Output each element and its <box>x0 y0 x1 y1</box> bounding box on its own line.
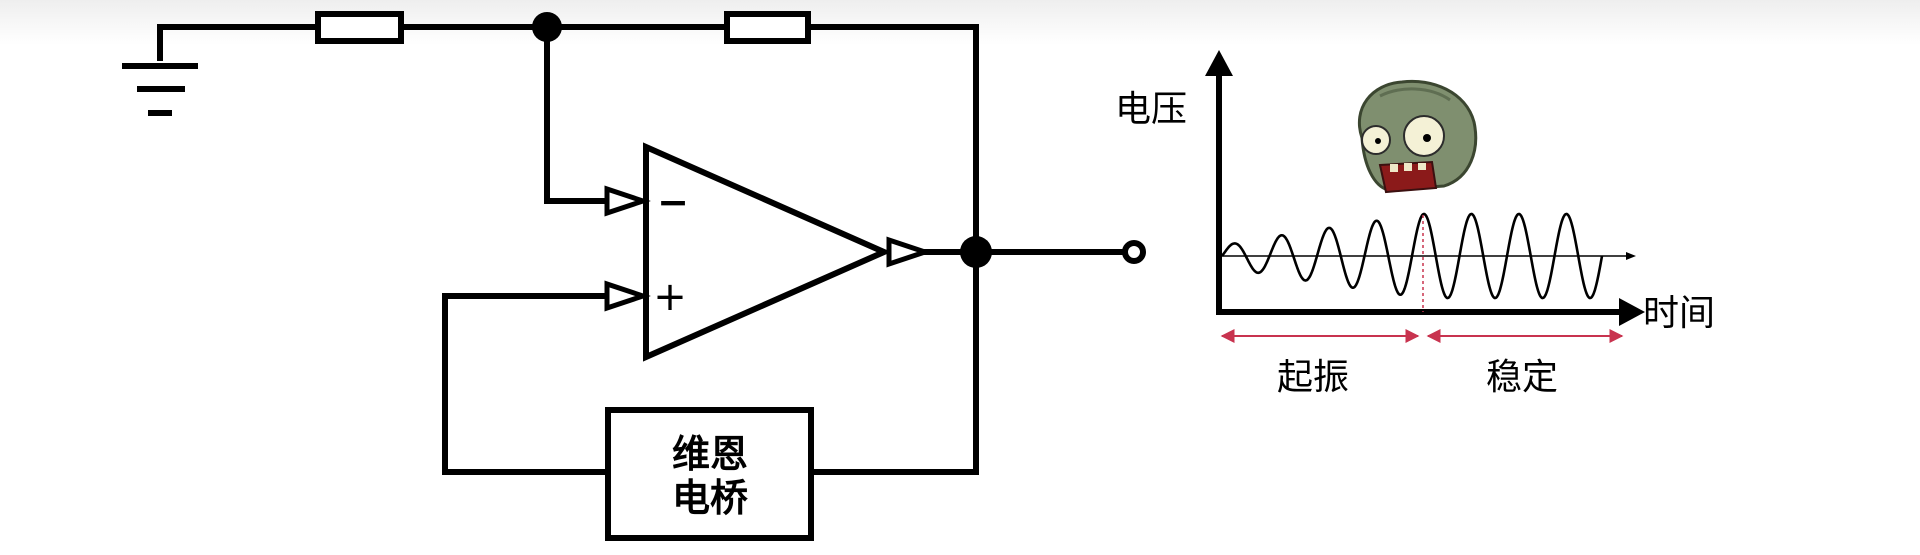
resistor-rf <box>724 11 811 44</box>
noninverting-input-marker <box>604 280 651 312</box>
wien-bridge-label-line2: 电桥 <box>672 476 748 520</box>
inverting-input-wire <box>544 24 610 204</box>
time-axis-label: 时间 <box>1643 293 1715 334</box>
stable-phase-label: 稳定 <box>1486 357 1558 398</box>
bridge-return-wire <box>809 249 979 475</box>
zombie-head-icon <box>1357 79 1478 194</box>
startup-phase-label: 起振 <box>1277 357 1349 398</box>
wave-center-line-arrowhead <box>1626 252 1636 260</box>
top-wire <box>157 24 979 255</box>
output-terminal <box>1122 240 1146 264</box>
junction-node-output <box>960 236 992 268</box>
wien-bridge-label-line1: 维恩 <box>672 432 748 476</box>
wien-bridge-oscillator-circuit: − + 维恩 电桥 <box>122 11 1146 541</box>
inverting-input-marker <box>604 185 651 217</box>
voltage-axis-arrowhead <box>1205 50 1233 76</box>
output-marker <box>886 236 933 268</box>
opamp-plus-sign: + <box>653 274 687 320</box>
oscillator-diagram: − + 维恩 电桥 电压 时间 起振 稳定 <box>122 11 1715 541</box>
noninverting-input-wire <box>442 293 610 475</box>
voltage-axis-label: 电压 <box>1115 89 1187 130</box>
resistor-r1 <box>315 11 404 44</box>
opamp-triangle <box>643 142 892 362</box>
ground-icon <box>122 24 198 116</box>
time-axis-arrowhead <box>1619 298 1645 326</box>
opamp-minus-sign: − <box>657 180 689 224</box>
